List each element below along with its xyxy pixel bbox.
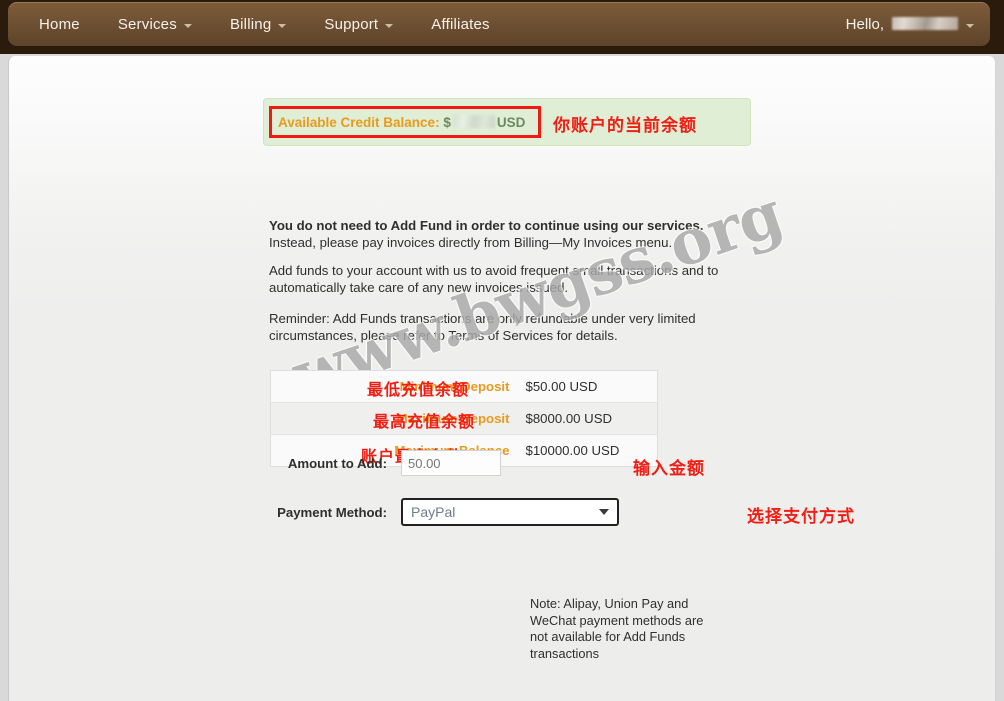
main-navbar: Home Services Billing Support Affiliates… xyxy=(8,2,990,46)
annotation-max-deposit: 最高充值余额 xyxy=(373,412,476,431)
app-window: Home Services Billing Support Affiliates… xyxy=(0,0,1004,701)
annotation-min-deposit: 最低充值余额 xyxy=(367,380,470,399)
payment-method-select[interactable]: PayPal xyxy=(401,498,619,526)
chevron-down-icon xyxy=(385,23,394,28)
credit-balance-text: Available Credit Balance: $ USD xyxy=(272,115,525,130)
navbar-links: Home Services Billing Support Affiliates xyxy=(20,2,509,46)
annotation-payment-method: 选择支付方式 xyxy=(747,507,855,527)
credit-balance-highlight-box: Available Credit Balance: $ USD xyxy=(269,106,541,138)
nav-item-support[interactable]: Support xyxy=(305,2,412,46)
refund-reminder-paragraph: Reminder: Add Funds transactions are onl… xyxy=(269,311,696,343)
chevron-down-icon xyxy=(966,23,974,28)
intro-paragraph: You do not need to Add Fund in order to … xyxy=(269,217,739,251)
amount-label: Amount to Add: xyxy=(287,455,387,471)
chevron-down-icon xyxy=(278,23,287,28)
payment-method-selected-value: PayPal xyxy=(411,504,456,520)
credit-balance-label: Available Credit Balance: xyxy=(278,114,440,130)
amount-to-add-row: Amount to Add: xyxy=(264,450,501,476)
nav-item-label: Affiliates xyxy=(431,15,490,33)
nav-item-billing[interactable]: Billing xyxy=(211,2,305,46)
annotation-amount: 输入金额 xyxy=(633,459,705,479)
nav-item-label: Support xyxy=(324,15,379,33)
username-redacted xyxy=(892,16,958,30)
balance-amount-redacted xyxy=(452,115,495,129)
amount-input[interactable] xyxy=(401,450,501,476)
page-content-card: Available Credit Balance: $ USD 你账户的当前余额 … xyxy=(8,56,996,701)
nav-item-label: Billing xyxy=(229,15,272,33)
nav-item-home[interactable]: Home xyxy=(20,2,99,46)
limit-value: $50.00 USD xyxy=(525,379,598,394)
limit-value: $8000.00 USD xyxy=(517,402,658,435)
nav-item-label: Home xyxy=(39,15,80,33)
intro-bold-line: You do not need to Add Fund in order to … xyxy=(269,218,704,233)
user-menu[interactable]: Hello, xyxy=(846,16,974,33)
nav-item-label: Services xyxy=(117,15,177,33)
annotation-balance: 你账户的当前余额 xyxy=(553,116,697,136)
payment-method-row: Payment Method: PayPal xyxy=(264,498,619,526)
payment-method-label: Payment Method: xyxy=(277,504,387,520)
currency-symbol: $ xyxy=(443,114,451,130)
greeting-label: Hello, xyxy=(845,15,884,33)
nav-item-affiliates[interactable]: Affiliates xyxy=(412,2,508,46)
addfunds-purpose-paragraph: Add funds to your account with us to avo… xyxy=(269,263,719,295)
nav-item-services[interactable]: Services xyxy=(99,2,211,46)
chevron-down-icon xyxy=(183,23,192,28)
chevron-down-icon xyxy=(599,509,609,515)
currency-code: USD xyxy=(496,114,526,130)
payment-method-note: Note: Alipay, Union Pay and WeChat payme… xyxy=(530,596,704,661)
intro-sub-line: Instead, please pay invoices directly fr… xyxy=(269,235,673,250)
